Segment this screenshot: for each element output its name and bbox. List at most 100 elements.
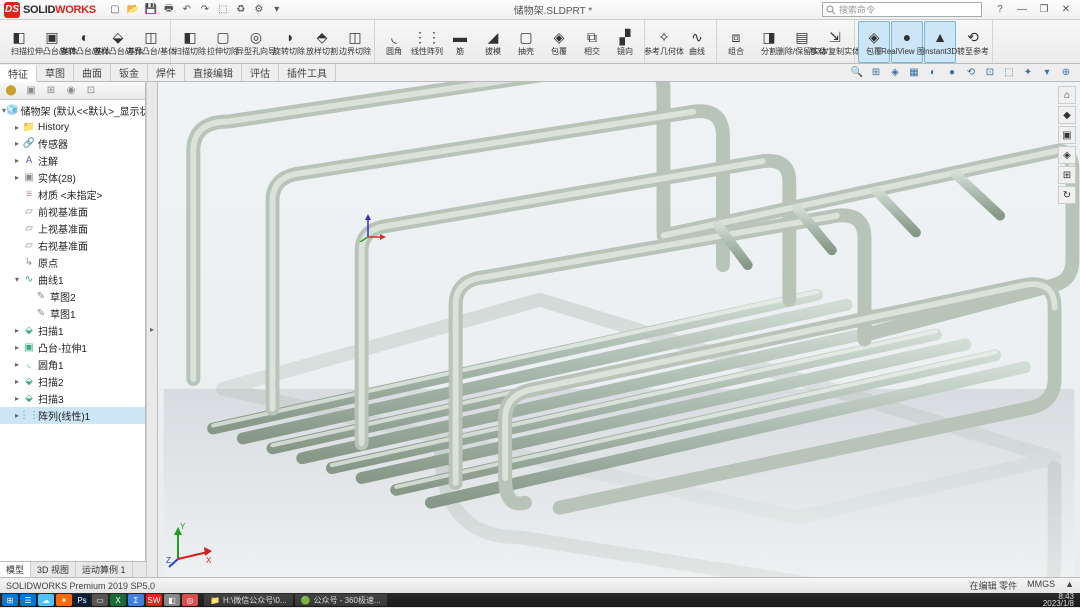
cm-tab-特征[interactable]: 特征 <box>0 65 37 82</box>
tree-item-扫描1[interactable]: ▸⬙扫描1 <box>0 322 145 339</box>
tree-item-前视基准面[interactable]: ▱前视基准面 <box>0 203 145 220</box>
taskbar-pinned-8[interactable]: ◧ <box>164 594 180 606</box>
taskpane-tab-4[interactable]: ⊞ <box>1058 166 1076 184</box>
taskpane-tab-3[interactable]: ◈ <box>1058 146 1076 164</box>
restore-button[interactable]: ❐ <box>1034 4 1054 15</box>
expand-icon[interactable]: ▾ <box>12 275 22 284</box>
expand-icon[interactable]: ▸ <box>12 156 22 165</box>
tree-item-History[interactable]: ▸📁History <box>0 119 145 135</box>
tree-item-上视基准面[interactable]: ▱上视基准面 <box>0 220 145 237</box>
ribbon-btn-包覆[interactable]: ◈包覆 <box>858 21 890 63</box>
ribbon-btn-删除/保留实体[interactable]: ▤删除/保留实体 <box>786 21 818 63</box>
minimize-button[interactable]: — <box>1012 4 1032 15</box>
tree-item-注解[interactable]: ▸A注解 <box>0 152 145 169</box>
qat-6[interactable]: ⬚ <box>216 3 230 17</box>
ribbon-btn-扫描[interactable]: ◧扫描 <box>3 21 35 63</box>
ribbon-btn-边界切除[interactable]: ◫边界切除 <box>339 21 371 63</box>
ribbon-btn-异型孔向导[interactable]: ◎异型孔向导 <box>240 21 272 63</box>
model-tab-运动算例 1[interactable]: 运动算例 1 <box>76 562 133 577</box>
ribbon-btn-边界凸台/基体[interactable]: ◫边界凸台/基体 <box>135 21 167 63</box>
status-units[interactable]: MMGS <box>1027 579 1055 592</box>
feature-tree[interactable]: ▾🧊储物架 (默认<<默认>_显示状态 1>)▸📁History▸🔗传感器▸A注… <box>0 100 145 577</box>
ribbon-btn-放样凸台/基体[interactable]: ⬙放样凸台/基体 <box>102 21 134 63</box>
fm-tab-4[interactable]: ⊡ <box>84 84 98 98</box>
tree-item-实体(28)[interactable]: ▸▣实体(28) <box>0 169 145 186</box>
qat-5[interactable]: ↷ <box>198 3 212 17</box>
view-tool-11[interactable]: ⊕ <box>1058 65 1074 81</box>
ribbon-btn-分割[interactable]: ◨分割 <box>753 21 785 63</box>
qat-7[interactable]: ♻ <box>234 3 248 17</box>
view-tool-6[interactable]: ⟲ <box>963 65 979 81</box>
qat-1[interactable]: 📂 <box>126 3 140 17</box>
expand-icon[interactable]: ▸ <box>12 343 22 352</box>
tree-item-草图1[interactable]: ✎草图1 <box>0 305 145 322</box>
fm-tab-2[interactable]: ⊞ <box>44 84 58 98</box>
taskpane-tab-2[interactable]: ▣ <box>1058 126 1076 144</box>
taskbar-app-0[interactable]: 📁H:\微信公众号\0... <box>204 594 293 606</box>
ribbon-btn-旋转凸台/基体[interactable]: ◐旋转凸台/基体 <box>69 21 101 63</box>
view-tool-0[interactable]: 🔍 <box>849 65 865 81</box>
expand-icon[interactable]: ▸ <box>12 123 22 132</box>
taskbar-pinned-5[interactable]: X <box>110 594 126 606</box>
ribbon-btn-转至参考[interactable]: ⟲转至参考 <box>957 21 989 63</box>
cm-tab-评估[interactable]: 评估 <box>242 64 279 81</box>
ribbon-btn-线性阵列[interactable]: ⋮⋮线性阵列 <box>411 21 443 63</box>
taskpane-tab-1[interactable]: ◆ <box>1058 106 1076 124</box>
ribbon-btn-圆角[interactable]: ◟圆角 <box>378 21 410 63</box>
view-tool-7[interactable]: ⊡ <box>982 65 998 81</box>
tree-item-圆角1[interactable]: ▸◟圆角1 <box>0 356 145 373</box>
view-tool-10[interactable]: ▾ <box>1039 65 1055 81</box>
cm-tab-钣金[interactable]: 钣金 <box>111 64 148 81</box>
ribbon-btn-Instant3D[interactable]: ▲Instant3D <box>924 21 956 63</box>
expand-icon[interactable]: ▸ <box>12 394 22 403</box>
ribbon-btn-RealView 图形[interactable]: ●RealView 图形 <box>891 21 923 63</box>
tree-item-曲线1[interactable]: ▾∿曲线1 <box>0 271 145 288</box>
tree-item-扫描3[interactable]: ▸⬙扫描3 <box>0 390 145 407</box>
ribbon-btn-拔模[interactable]: ◢拔模 <box>477 21 509 63</box>
view-tool-2[interactable]: ◈ <box>887 65 903 81</box>
tree-item-阵列(线性)1[interactable]: ▸⋮⋮阵列(线性)1 <box>0 407 145 424</box>
cm-tab-直接编辑[interactable]: 直接编辑 <box>185 64 242 81</box>
taskbar-pinned-6[interactable]: Σ <box>128 594 144 606</box>
view-tool-5[interactable]: ● <box>944 65 960 81</box>
expand-icon[interactable]: ▸ <box>12 377 22 386</box>
view-tool-4[interactable]: ◐ <box>925 65 941 81</box>
fm-tab-3[interactable]: ◉ <box>64 84 78 98</box>
taskbar-pinned-7[interactable]: SW <box>146 594 162 606</box>
taskbar-pinned-9[interactable]: ◎ <box>182 594 198 606</box>
expand-icon[interactable]: ▸ <box>12 173 22 182</box>
tree-item-草图2[interactable]: ✎草图2 <box>0 288 145 305</box>
ribbon-btn-抽壳[interactable]: ▢抽壳 <box>510 21 542 63</box>
ribbon-btn-镜向[interactable]: ▞镜向 <box>609 21 641 63</box>
qat-9[interactable]: ▾ <box>270 3 284 17</box>
taskbar-pinned-1[interactable]: ☁ <box>38 594 54 606</box>
tree-item-传感器[interactable]: ▸🔗传感器 <box>0 135 145 152</box>
tree-item-原点[interactable]: ↳原点 <box>0 254 145 271</box>
panel-collapse-handle[interactable]: ▸ <box>146 82 158 577</box>
model-tab-模型[interactable]: 模型 <box>0 562 31 577</box>
ribbon-btn-拉伸切除[interactable]: ▢拉伸切除 <box>207 21 239 63</box>
tree-item-储物架 (默认<<默认>_显示状态 1>)[interactable]: ▾🧊储物架 (默认<<默认>_显示状态 1>) <box>0 102 145 119</box>
tree-item-扫描2[interactable]: ▸⬙扫描2 <box>0 373 145 390</box>
fm-tab-1[interactable]: ▣ <box>24 84 38 98</box>
ribbon-btn-移动/复制实体[interactable]: ⇲移动/复制实体 <box>819 21 851 63</box>
command-search[interactable]: 搜索命令 <box>822 2 982 17</box>
view-tool-1[interactable]: ⊞ <box>868 65 884 81</box>
taskpane-tab-0[interactable]: ⌂ <box>1058 86 1076 104</box>
view-tool-3[interactable]: ▦ <box>906 65 922 81</box>
ribbon-btn-旋转切除[interactable]: ◑旋转切除 <box>273 21 305 63</box>
ribbon-btn-参考几何体[interactable]: ✧参考几何体 <box>648 21 680 63</box>
fm-tab-0[interactable]: ⬤ <box>4 84 18 98</box>
tree-item-材质 <未指定>[interactable]: ≡材质 <未指定> <box>0 186 145 203</box>
ribbon-btn-筋[interactable]: ▬筋 <box>444 21 476 63</box>
ribbon-btn-曲线[interactable]: ∿曲线 <box>681 21 713 63</box>
qat-2[interactable]: 💾 <box>144 3 158 17</box>
tree-item-凸台-拉伸1[interactable]: ▸▣凸台-拉伸1 <box>0 339 145 356</box>
ribbon-btn-拉伸凸台/基体[interactable]: ▣拉伸凸台/基体 <box>36 21 68 63</box>
taskbar-pinned-4[interactable]: ▭ <box>92 594 108 606</box>
ribbon-btn-扫描切除[interactable]: ◧扫描切除 <box>174 21 206 63</box>
close-button[interactable]: ✕ <box>1056 4 1076 15</box>
tree-item-右视基准面[interactable]: ▱右视基准面 <box>0 237 145 254</box>
view-tool-8[interactable]: ⬚ <box>1001 65 1017 81</box>
qat-8[interactable]: ⚙ <box>252 3 266 17</box>
